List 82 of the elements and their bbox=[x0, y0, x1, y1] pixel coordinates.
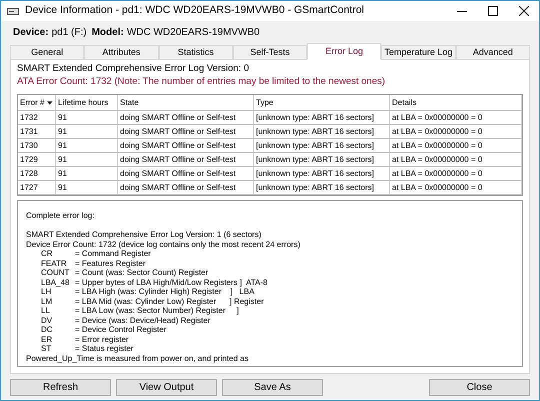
register-code: ER bbox=[41, 334, 54, 344]
column-header[interactable]: State bbox=[118, 95, 254, 110]
log-line: Device Error Count: 1732 (device log contains only the most recent 24 errors) bbox=[26, 240, 302, 249]
table-cell: at LBA = 0x00000000 = 0 bbox=[390, 111, 522, 124]
register-code: CR bbox=[41, 249, 54, 258]
register-description: = LBA Mid (was: Cylinder Low) Register ] Register bbox=[75, 296, 264, 306]
log-line: Powered_Up_Time is measured from power on, and printed as bbox=[26, 354, 250, 363]
table-cell: 1730 bbox=[18, 139, 56, 152]
device-label: Device: bbox=[13, 26, 49, 40]
table-cell: 91 bbox=[56, 111, 118, 124]
table-cell: at LBA = 0x00000000 = 0 bbox=[390, 139, 522, 152]
register-code: LH bbox=[41, 287, 52, 296]
table-cell: doing SMART Offline or Self-test bbox=[118, 111, 254, 124]
table-cell: at LBA = 0x00000000 = 0 bbox=[390, 125, 522, 138]
tab[interactable]: Error Log bbox=[307, 43, 382, 60]
column-header[interactable]: Error # bbox=[18, 95, 56, 110]
register-description: = Upper bytes of LBA High/Mid/Low Registers ] ATA-8 bbox=[75, 278, 268, 287]
column-header[interactable]: Details bbox=[390, 95, 522, 110]
table-cell: [unknown type: ABRT 16 sectors] bbox=[254, 125, 390, 138]
register-code: ST bbox=[41, 344, 52, 354]
register-code: LM bbox=[41, 296, 54, 306]
register-description: = LBA Low (was: Sector Number) Register ] bbox=[75, 306, 239, 316]
dialog-button[interactable]: Save As bbox=[222, 378, 323, 396]
warning-text: ATA Error Count: 1732 (Note: The number of entries may be limited to the newest ones) bbox=[17, 75, 386, 88]
register-code: LL bbox=[41, 306, 51, 316]
table-cell: 1727 bbox=[18, 181, 56, 194]
tab[interactable]: Temperature Log bbox=[381, 45, 456, 60]
log-line: SMART Extended Comprehensive Error Log Version: 1 (6 sectors) bbox=[26, 230, 262, 240]
register-description: = Device Control Register bbox=[75, 325, 166, 334]
table-cell: doing SMART Offline or Self-test bbox=[118, 167, 254, 180]
register-description: = Error register bbox=[75, 334, 129, 344]
table-cell: [unknown type: ABRT 16 sectors] bbox=[254, 181, 390, 194]
table-cell: 1731 bbox=[18, 125, 56, 138]
register-code: DV bbox=[41, 316, 54, 325]
info-text: SMART Extended Comprehensive Error Log Version: 0 bbox=[17, 62, 250, 75]
column-header[interactable]: Type bbox=[254, 95, 390, 110]
table-cell: 1729 bbox=[18, 153, 56, 166]
register-description: = Features Register bbox=[75, 258, 146, 268]
table-cell: [unknown type: ABRT 16 sectors] bbox=[254, 111, 390, 124]
register-description: = Device (was: Device/Head) Register bbox=[75, 316, 210, 325]
table-cell: doing SMART Offline or Self-test bbox=[118, 181, 254, 194]
table-cell: 91 bbox=[56, 181, 118, 194]
model-label: Model: bbox=[92, 26, 124, 40]
window-title: Device Information - pd1: WDC WD20EARS-19MVWB0 - GSmartControl bbox=[25, 3, 366, 18]
table-cell: 1728 bbox=[18, 167, 56, 180]
column-header[interactable]: Lifetime hours bbox=[56, 95, 118, 110]
tab[interactable]: Advanced bbox=[456, 45, 530, 60]
register-description: = Status register bbox=[75, 344, 134, 354]
register-code: LBA_48 bbox=[41, 278, 70, 287]
drive-icon bbox=[7, 6, 19, 16]
table-cell: 91 bbox=[56, 167, 118, 180]
register-description: = Command Register bbox=[75, 249, 151, 258]
register-code: FEATR bbox=[41, 258, 68, 268]
register-code: DC bbox=[41, 325, 54, 334]
register-description: = Count (was: Sector Count) Register bbox=[75, 268, 208, 278]
table-cell: 91 bbox=[56, 125, 118, 138]
tab[interactable]: Self-Tests bbox=[232, 45, 308, 60]
tab[interactable]: Statistics bbox=[158, 45, 233, 60]
table-cell: doing SMART Offline or Self-test bbox=[118, 125, 254, 138]
table-cell: 1732 bbox=[18, 111, 56, 124]
maximize-icon[interactable] bbox=[488, 6, 498, 16]
tab[interactable]: General bbox=[10, 45, 84, 60]
table-cell: doing SMART Offline or Self-test bbox=[118, 153, 254, 166]
dialog-button[interactable]: Close bbox=[429, 378, 530, 396]
table-cell: at LBA = 0x00000000 = 0 bbox=[390, 167, 522, 180]
table-cell: at LBA = 0x00000000 = 0 bbox=[390, 181, 522, 194]
dialog-button[interactable]: Refresh bbox=[10, 378, 111, 396]
table-cell: 91 bbox=[56, 153, 118, 166]
table-cell: doing SMART Offline or Self-test bbox=[118, 139, 254, 152]
table-cell: [unknown type: ABRT 16 sectors] bbox=[254, 139, 390, 152]
table-cell: [unknown type: ABRT 16 sectors] bbox=[254, 153, 390, 166]
dialog-button[interactable]: View Output bbox=[116, 378, 217, 396]
table-cell: [unknown type: ABRT 16 sectors] bbox=[254, 167, 390, 180]
table-cell: 91 bbox=[56, 139, 118, 152]
register-code: COUNT bbox=[41, 268, 70, 278]
table-cell: at LBA = 0x00000000 = 0 bbox=[390, 153, 522, 166]
tab[interactable]: Attributes bbox=[84, 45, 159, 60]
model-value: WDC WD20EARS-19MVWB0 bbox=[126, 26, 260, 40]
close-icon[interactable] bbox=[519, 6, 529, 16]
device-value: pd1 (F:) bbox=[52, 26, 87, 40]
log-line: Complete error log: bbox=[26, 211, 96, 220]
register-description: = LBA High (was: Cylinder High) Register ] LBA bbox=[75, 287, 254, 296]
